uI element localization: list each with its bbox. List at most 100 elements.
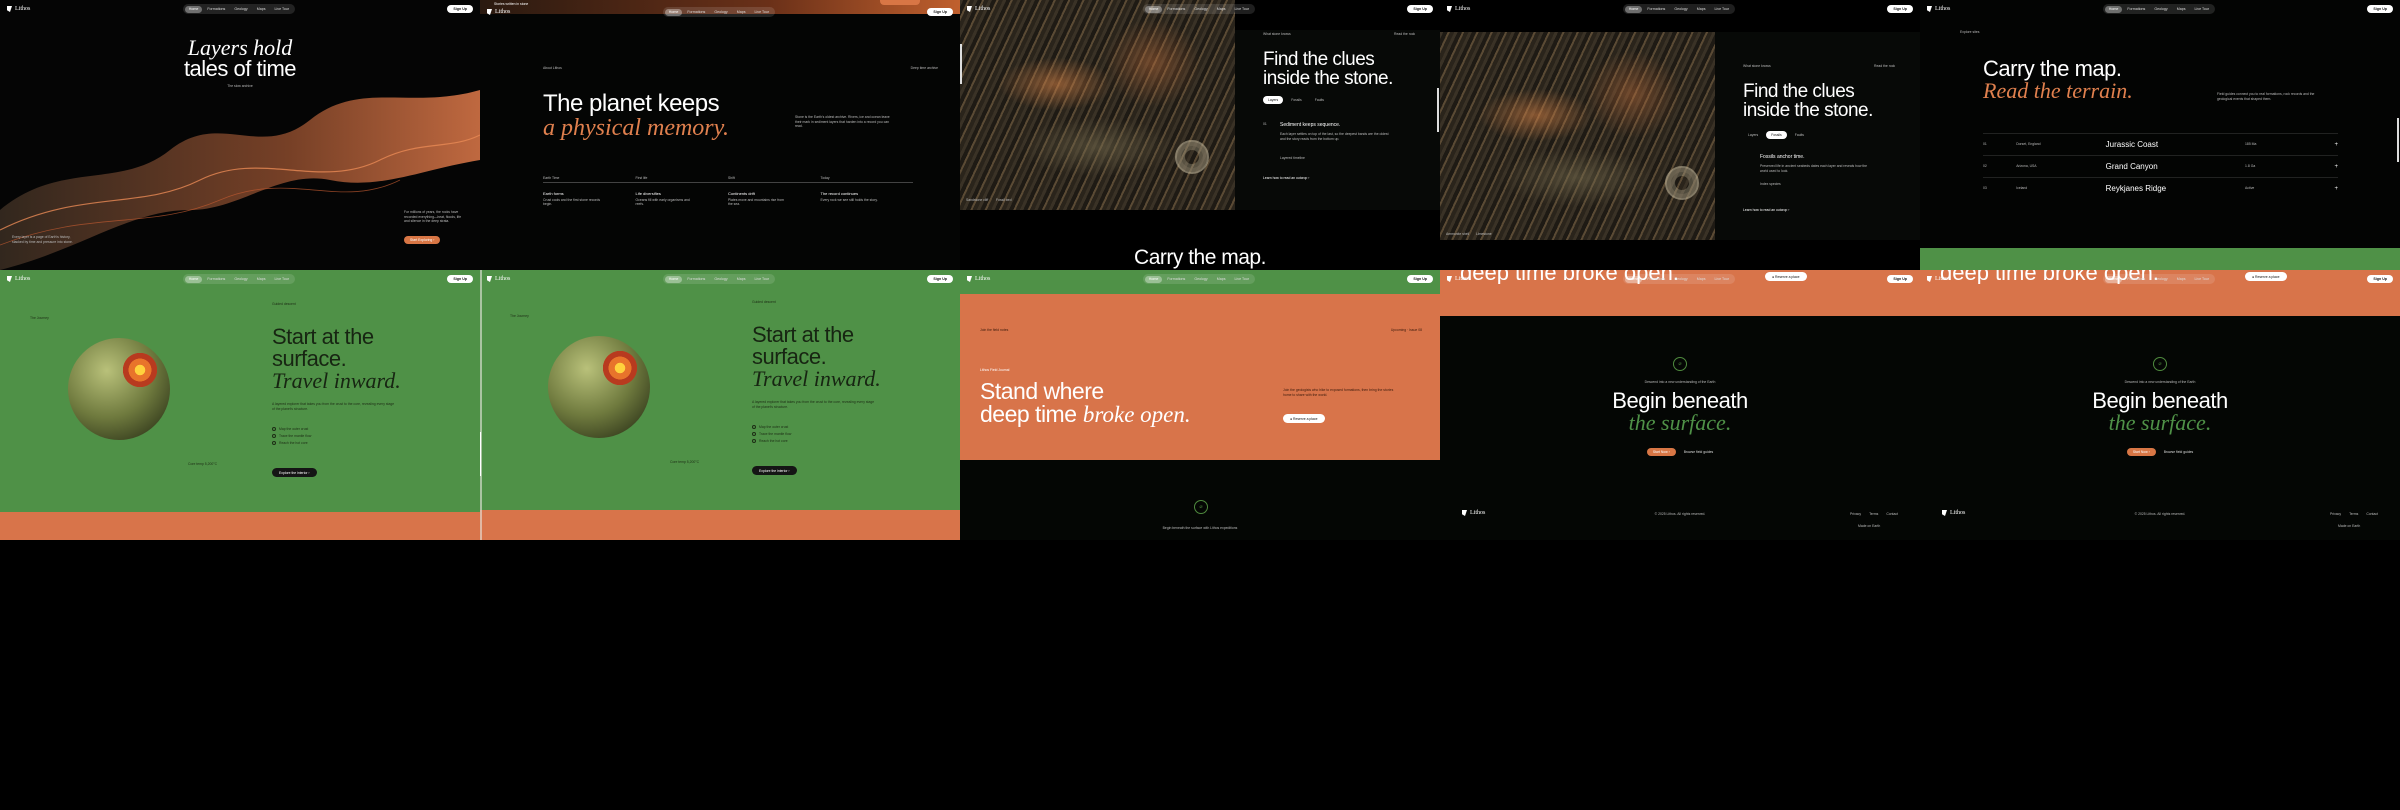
nav-live-tour[interactable]: Live Tour [751, 9, 774, 16]
brand-logo[interactable]: Lithos [487, 9, 510, 15]
nav-maps[interactable]: Maps [1213, 276, 1230, 283]
brand-logo[interactable]: Lithos [1447, 276, 1470, 282]
nav-live-tour[interactable]: Live Tour [2191, 6, 2214, 13]
nav-formations[interactable]: Formations [1163, 276, 1189, 283]
footer-privacy-link[interactable]: Privacy [1850, 512, 1861, 517]
scrollbar-thumb[interactable] [2397, 118, 2399, 162]
overlay-reserve-button[interactable]: ● Reserve a place [2245, 272, 2287, 281]
signup-button[interactable]: Sign Up [1887, 275, 1913, 283]
reserve-place-button[interactable]: ● Reserve a place [1283, 414, 1325, 423]
nav-formations[interactable]: Formations [2123, 6, 2149, 13]
brand-logo[interactable]: Lithos [1927, 276, 1950, 282]
nav-live-tour[interactable]: Live Tour [271, 276, 294, 283]
tab-layers[interactable]: Layers [1263, 96, 1284, 104]
nav-formations[interactable]: Formations [1643, 6, 1669, 13]
nav-formations[interactable]: Formations [683, 276, 709, 283]
nav-live-tour[interactable]: Live Tour [751, 276, 774, 283]
brand-logo[interactable]: Lithos [1927, 6, 1950, 12]
plus-icon[interactable]: + [2334, 186, 2338, 192]
signup-button[interactable]: Sign Up [927, 275, 953, 283]
nav-home[interactable]: Home [664, 8, 683, 16]
site-row[interactable]: 03 Iceland Reykjanes Ridge Active + [1983, 177, 2338, 199]
nav-home[interactable]: Home [1144, 275, 1163, 283]
nav-live-tour[interactable]: Live Tour [2191, 276, 2214, 283]
nav-home[interactable]: Home [184, 5, 203, 13]
read-outcrop-link[interactable]: Learn how to read an outcrop › [1263, 176, 1309, 181]
signup-button[interactable]: Sign Up [927, 8, 953, 16]
nav-formations[interactable]: Formations [683, 9, 709, 16]
plus-icon[interactable]: + [2334, 142, 2338, 148]
brand-logo[interactable]: Lithos [7, 6, 30, 12]
browse-guides-link[interactable]: Browse field guides [1684, 450, 1713, 455]
signup-button[interactable]: Sign Up [447, 275, 473, 283]
footer-contact-link[interactable]: Contact [2366, 512, 2378, 517]
signup-button[interactable]: Sign Up [2367, 275, 2393, 283]
nav-geology[interactable]: Geology [230, 276, 251, 283]
brand-logo[interactable]: Lithos [1447, 6, 1470, 12]
nav-formations[interactable]: Formations [203, 276, 229, 283]
tab-fossils[interactable]: Fossils [1766, 131, 1787, 139]
tab-faults[interactable]: Faults [1310, 96, 1329, 104]
nav-live-tour[interactable]: Live Tour [1711, 6, 1734, 13]
footer-contact-link[interactable]: Contact [1886, 512, 1898, 517]
nav-home[interactable]: Home [1624, 275, 1643, 283]
brand-logo[interactable]: Lithos [967, 276, 990, 282]
tab-layers[interactable]: Layers [1743, 131, 1763, 139]
plus-icon[interactable]: + [2334, 164, 2338, 170]
nav-home[interactable]: Home [2104, 5, 2123, 13]
nav-maps[interactable]: Maps [1693, 6, 1710, 13]
nav-geology[interactable]: Geology [1670, 276, 1691, 283]
nav-geology[interactable]: Geology [2150, 276, 2171, 283]
nav-home[interactable]: Home [1624, 5, 1643, 13]
footer-terms-link[interactable]: Terms [1869, 512, 1878, 517]
nav-geology[interactable]: Geology [1190, 276, 1211, 283]
explore-interior-button[interactable]: Explore the interior › [752, 466, 797, 475]
nav-maps[interactable]: Maps [2173, 6, 2190, 13]
brand-logo[interactable]: Lithos [967, 6, 990, 12]
nav-maps[interactable]: Maps [253, 6, 270, 13]
nav-geology[interactable]: Geology [1670, 6, 1691, 13]
nav-formations[interactable]: Formations [2123, 276, 2149, 283]
nav-geology[interactable]: Geology [710, 276, 731, 283]
nav-home[interactable]: Home [184, 275, 203, 283]
footer-privacy-link[interactable]: Privacy [2330, 512, 2341, 517]
brand-logo[interactable]: Lithos [487, 276, 510, 282]
nav-home[interactable]: Home [2104, 275, 2123, 283]
nav-geology[interactable]: Geology [710, 9, 731, 16]
nav-geology[interactable]: Geology [230, 6, 251, 13]
scrollbar-thumb[interactable] [1437, 88, 1439, 132]
nav-formations[interactable]: Formations [1643, 276, 1669, 283]
explore-interior-button[interactable]: Explore the interior › [272, 468, 317, 477]
tab-faults[interactable]: Faults [1790, 131, 1809, 139]
nav-maps[interactable]: Maps [733, 9, 750, 16]
browse-guides-link[interactable]: Browse field guides [2164, 450, 2193, 455]
overlay-reserve-button[interactable]: ● Reserve a place [1765, 272, 1807, 281]
nav-maps[interactable]: Maps [253, 276, 270, 283]
brand-logo[interactable]: Lithos [7, 276, 30, 282]
nav-live-tour[interactable]: Live Tour [271, 6, 294, 13]
scrollbar-thumb[interactable] [480, 432, 481, 476]
nav-home[interactable]: Home [1144, 5, 1163, 13]
signup-button[interactable]: Sign Up [447, 5, 473, 13]
nav-formations[interactable]: Formations [203, 6, 229, 13]
nav-maps[interactable]: Maps [1213, 6, 1230, 13]
signup-button[interactable]: Sign Up [1407, 5, 1433, 13]
start-now-button[interactable]: Start Now › [2126, 448, 2156, 456]
start-exploring-button[interactable]: Start Exploring › [404, 236, 441, 244]
nav-live-tour[interactable]: Live Tour [1231, 276, 1254, 283]
nav-maps[interactable]: Maps [733, 276, 750, 283]
nav-live-tour[interactable]: Live Tour [1711, 276, 1734, 283]
tab-fossils[interactable]: Fossils [1286, 96, 1307, 104]
nav-formations[interactable]: Formations [1163, 6, 1189, 13]
nav-home[interactable]: Home [664, 275, 683, 283]
nav-geology[interactable]: Geology [1190, 6, 1211, 13]
site-row[interactable]: 02 Arizona, USA Grand Canyon 1.8 Ga + [1983, 155, 2338, 177]
nav-geology[interactable]: Geology [2150, 6, 2171, 13]
site-row[interactable]: 01 Dorset, England Jurassic Coast 185 Ma + [1983, 133, 2338, 155]
nav-live-tour[interactable]: Live Tour [1231, 6, 1254, 13]
signup-button[interactable]: Sign Up [1887, 5, 1913, 13]
footer-terms-link[interactable]: Terms [2349, 512, 2358, 517]
start-now-button[interactable]: Start Now › [1646, 448, 1676, 456]
signup-button[interactable]: Sign Up [1407, 275, 1433, 283]
nav-maps[interactable]: Maps [1693, 276, 1710, 283]
